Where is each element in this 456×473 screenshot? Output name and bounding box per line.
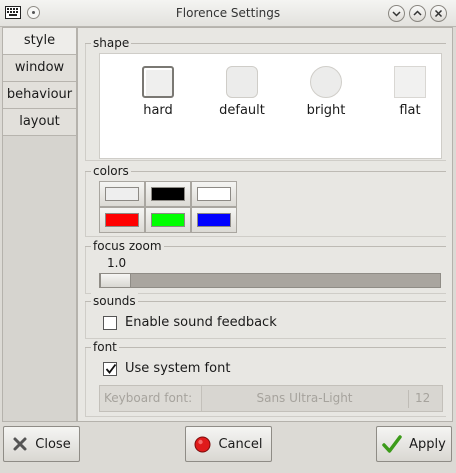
shape-label-flat: flat — [399, 103, 421, 118]
sounds-legend: sounds — [91, 293, 138, 309]
style-panel: shape hard default bright flat colors fo… — [77, 27, 453, 422]
checkmark-icon — [382, 435, 402, 453]
hard-key-preview — [142, 66, 174, 98]
apply-button[interactable]: Apply — [376, 426, 452, 462]
apply-button-label: Apply — [409, 436, 446, 452]
system-font-checkbox[interactable] — [103, 361, 117, 376]
font-separator — [408, 390, 409, 408]
mouseover-color-swatch — [197, 213, 231, 227]
close-x-icon — [13, 437, 27, 451]
close-button[interactable]: Close — [3, 426, 80, 462]
window-close-button[interactable] — [430, 5, 447, 22]
stop-icon — [194, 436, 211, 452]
latched-color-button[interactable] — [145, 207, 191, 233]
label-color-button[interactable] — [145, 181, 191, 207]
shape-option-default[interactable]: default — [207, 66, 277, 118]
zoom-slider[interactable] — [99, 273, 441, 288]
maximize-button[interactable] — [409, 5, 426, 22]
font-picker-button[interactable]: Sans Ultra-Light 12 — [201, 385, 443, 412]
activated-color-swatch — [105, 213, 139, 227]
focus-zoom-group: focus zoom 1.0 — [85, 238, 446, 294]
cancel-button-label: Cancel — [218, 436, 263, 452]
key-color-button[interactable] — [99, 181, 145, 207]
label-color-swatch — [151, 187, 185, 201]
keyboard-font-label: Keyboard font: — [104, 391, 193, 405]
flat-key-preview — [394, 66, 426, 98]
zoom-value: 1.0 — [107, 256, 127, 270]
tab-layout[interactable]: layout — [3, 109, 76, 136]
sound-feedback-checkbox[interactable] — [103, 315, 117, 330]
checkmark-icon — [105, 363, 117, 374]
chevron-up-icon — [413, 10, 422, 16]
sounds-group: sounds Enable sound feedback — [85, 293, 446, 339]
latched-color-swatch — [151, 213, 185, 227]
font-group: font Use system font Keyboard font: Sans… — [85, 339, 446, 417]
keyboard-font-chooser: Keyboard font: Sans Ultra-Light 12 — [99, 385, 443, 412]
tab-window[interactable]: window — [3, 55, 76, 82]
settings-sidebar: style window behaviour layout — [2, 27, 77, 422]
zoom-slider-handle[interactable] — [100, 273, 131, 288]
chevron-down-icon — [392, 11, 401, 17]
bright-key-preview — [310, 66, 342, 98]
system-font-label: Use system font — [125, 361, 231, 376]
title-bar: Florence Settings — [0, 0, 456, 27]
minimize-button[interactable] — [388, 5, 405, 22]
color-grid — [99, 181, 237, 233]
shape-option-bright[interactable]: bright — [291, 66, 361, 118]
font-legend: font — [91, 339, 119, 355]
tab-behaviour[interactable]: behaviour — [3, 82, 76, 109]
shape-label-hard: hard — [143, 103, 173, 118]
sound-feedback-label: Enable sound feedback — [125, 315, 277, 330]
sound-feedback-row[interactable]: Enable sound feedback — [103, 315, 277, 330]
background-color-swatch — [197, 187, 231, 201]
font-size: 12 — [415, 391, 431, 405]
shape-label-default: default — [219, 103, 265, 118]
close-button-label: Close — [35, 436, 71, 452]
shape-option-flat[interactable]: flat — [375, 66, 445, 118]
shape-option-hard[interactable]: hard — [123, 66, 193, 118]
dialog-button-bar: Close Cancel Apply — [0, 422, 456, 473]
focus-zoom-legend: focus zoom — [91, 238, 164, 254]
close-icon — [434, 9, 443, 18]
shape-group: shape hard default bright flat — [85, 35, 446, 161]
colors-group: colors — [85, 163, 446, 237]
activated-color-button[interactable] — [99, 207, 145, 233]
background-color-button[interactable] — [191, 181, 237, 207]
shape-label-bright: bright — [306, 103, 346, 118]
font-name: Sans Ultra-Light — [256, 391, 353, 405]
key-color-swatch — [105, 187, 139, 201]
cancel-button[interactable]: Cancel — [185, 426, 272, 462]
shape-legend: shape — [91, 35, 132, 51]
shape-selector: hard default bright flat — [99, 53, 442, 159]
tab-style[interactable]: style — [3, 28, 76, 55]
default-key-preview — [226, 66, 258, 98]
colors-legend: colors — [91, 163, 131, 179]
mouseover-color-button[interactable] — [191, 207, 237, 233]
system-font-row[interactable]: Use system font — [103, 361, 230, 376]
